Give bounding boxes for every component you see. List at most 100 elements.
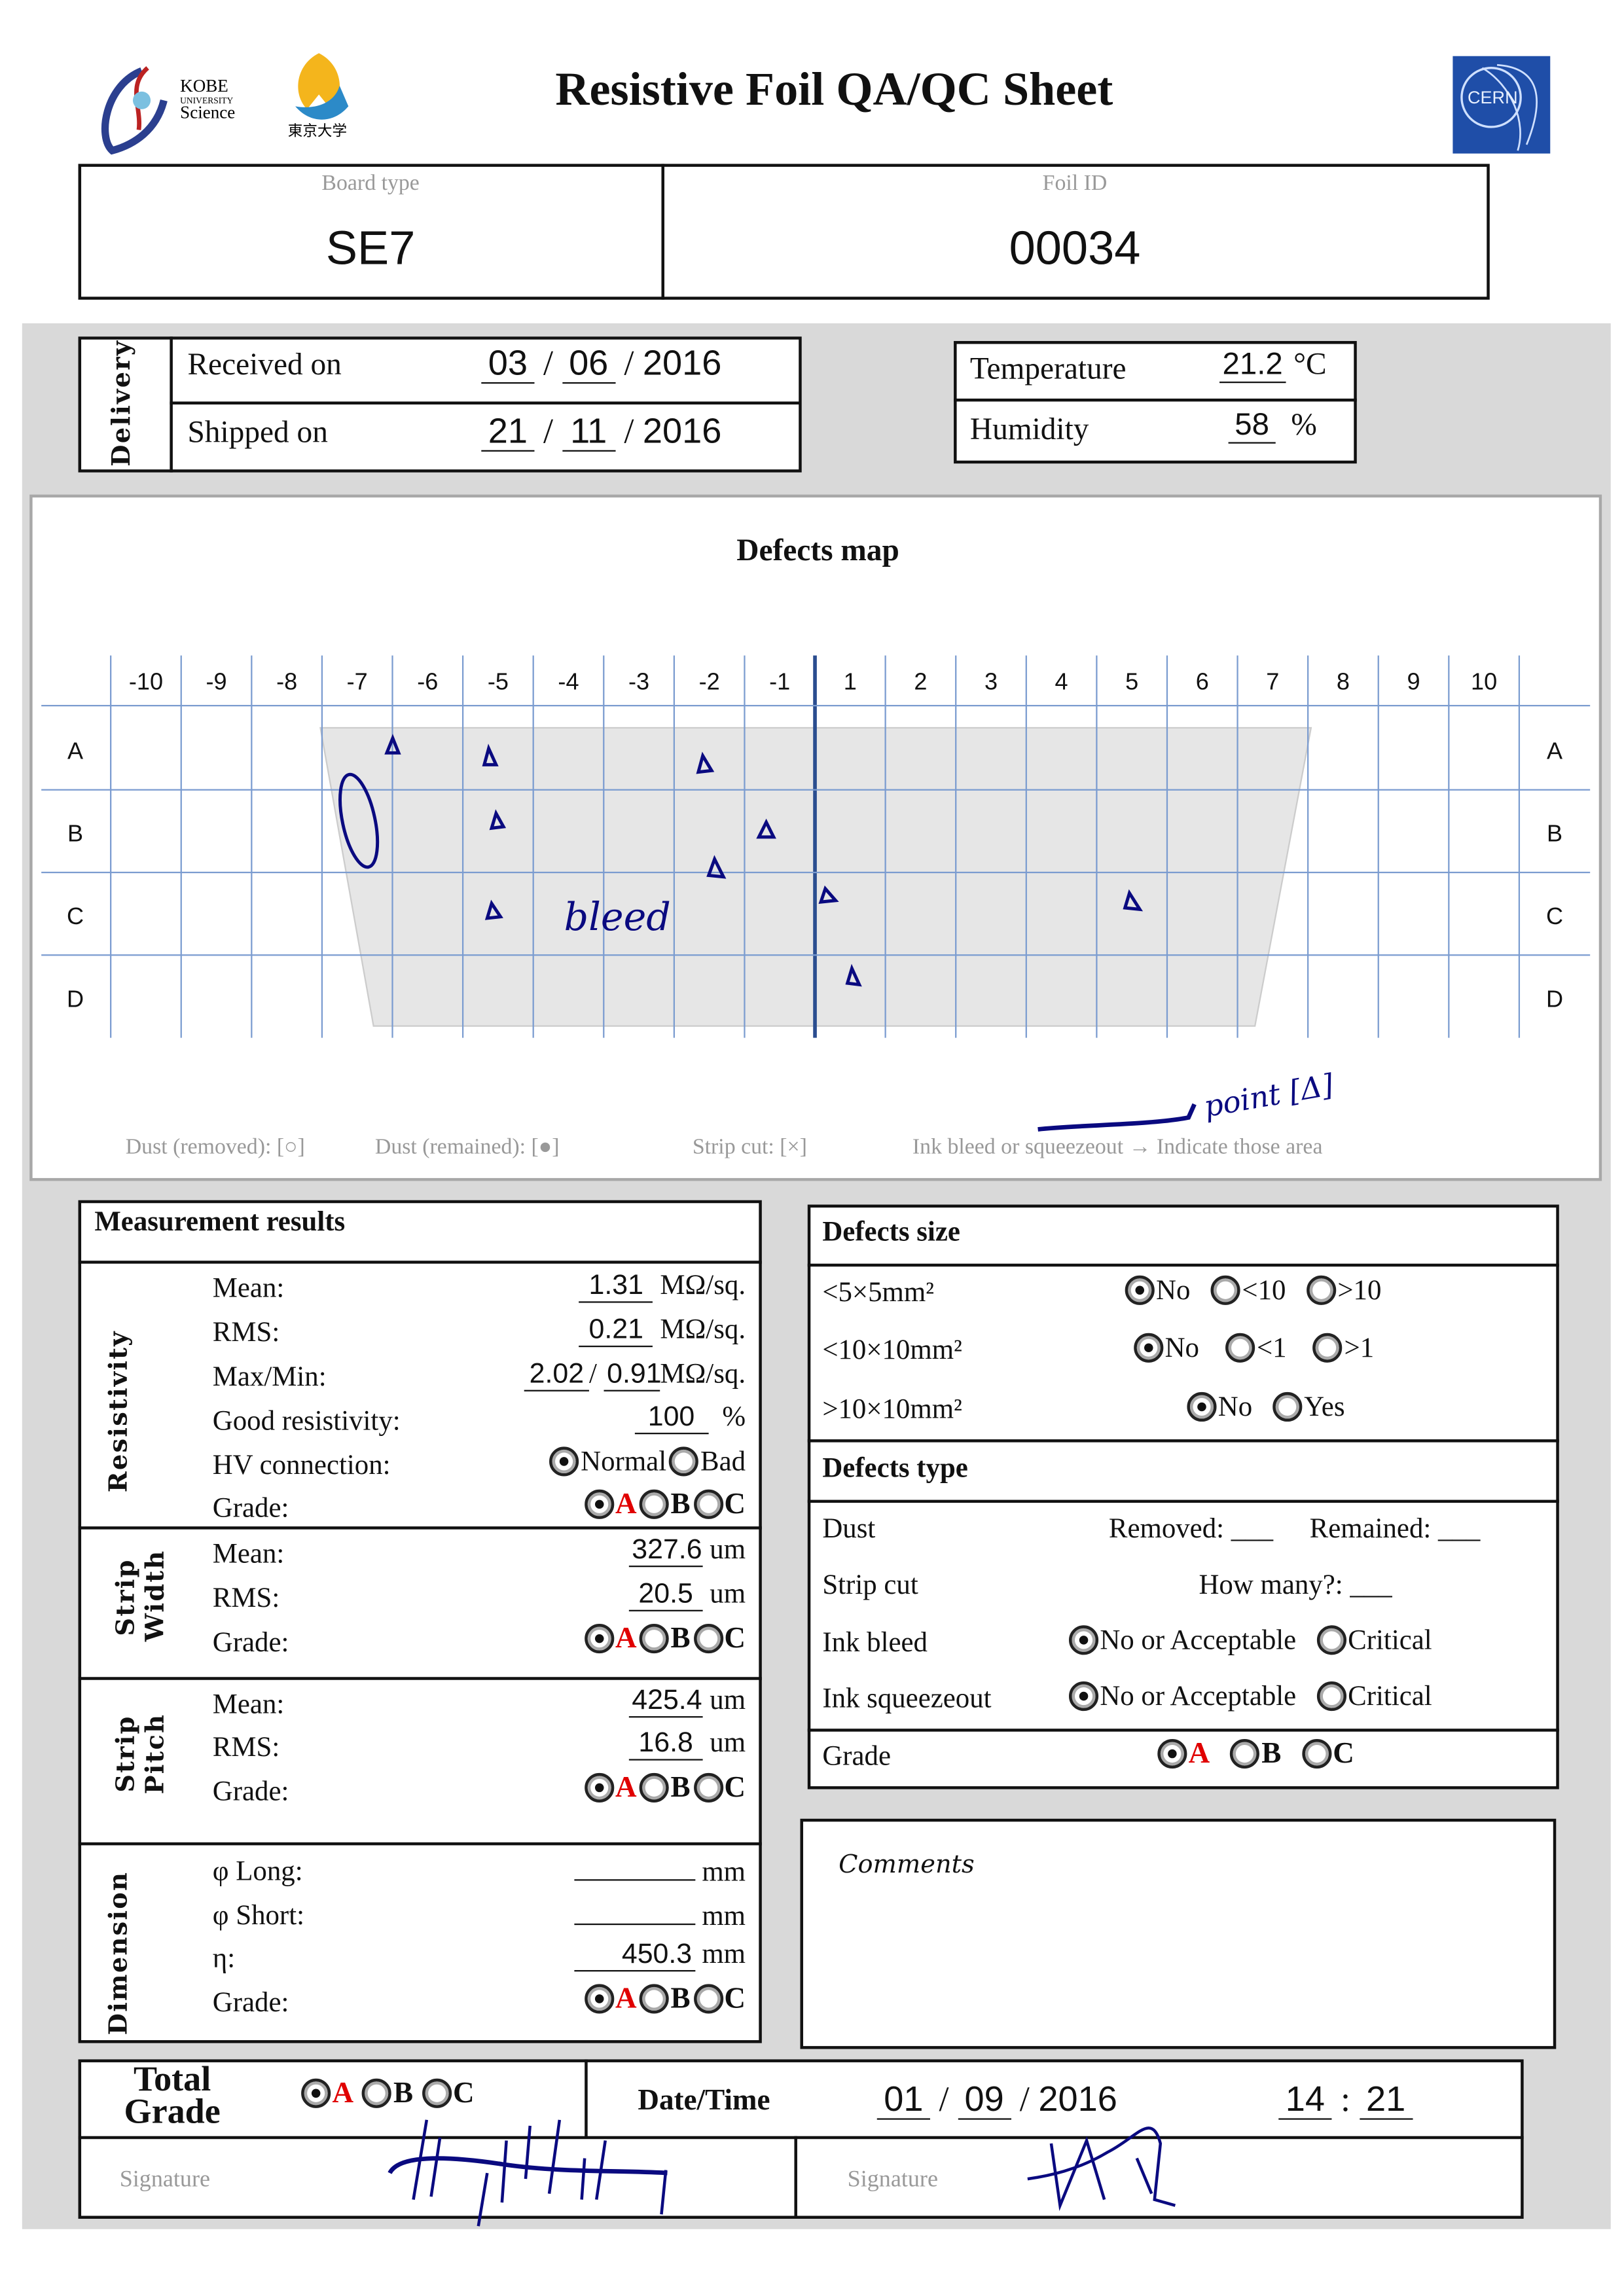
final-date[interactable]: 01 / 09 / 2016 [876,2080,1117,2121]
radio-empty-icon[interactable] [1211,1275,1241,1305]
radio-empty-icon[interactable] [640,1624,670,1654]
radio-option[interactable]: C [422,2078,475,2108]
radio-empty-icon[interactable] [1230,1738,1260,1769]
radio-selected-icon[interactable] [1125,1275,1155,1305]
radio-option[interactable]: A [584,1984,637,2014]
radio-empty-icon[interactable] [1301,1738,1332,1769]
final-day[interactable]: 01 [876,2081,930,2121]
final-time[interactable]: 14 : 21 [1278,2081,1413,2121]
radio-selected-icon[interactable] [584,1984,614,2014]
grid-column-label: 9 [1407,670,1420,696]
dim-short-value[interactable] [573,1895,695,1926]
radio-empty-icon[interactable] [422,2078,452,2108]
radio-empty-icon[interactable] [640,1772,670,1803]
radio-label: Normal [581,1446,667,1477]
res-mean-label: Mean: [212,1273,285,1304]
radio-option[interactable]: Critical [1316,1625,1432,1655]
radio-empty-icon[interactable] [693,1984,723,2014]
radio-option[interactable]: C [693,1772,746,1803]
radio-option[interactable]: A [584,1489,637,1519]
radio-empty-icon[interactable] [1316,1681,1346,1712]
radio-selected-icon[interactable] [584,1772,614,1803]
res-min-value[interactable]: 0.91 [604,1360,662,1391]
radio-selected-icon[interactable] [549,1446,579,1477]
radio-option[interactable]: <10 [1211,1275,1286,1305]
radio-option[interactable]: B [362,2078,413,2108]
radio-empty-icon[interactable] [669,1446,699,1477]
radio-empty-icon[interactable] [1316,1625,1346,1655]
dust-remained-field[interactable]: Remained: ___ [1310,1515,1481,1543]
radio-selected-icon[interactable] [1157,1738,1187,1769]
radio-option[interactable]: No [1187,1391,1252,1422]
radio-selected-icon[interactable] [584,1624,614,1654]
radio-selected-icon[interactable] [584,1489,614,1519]
final-year[interactable]: 2016 [1038,2080,1117,2120]
sw-mean-value[interactable]: 327.6 [628,1535,703,1568]
dust-removed-field[interactable]: Removed: ___ [1109,1515,1273,1543]
sp-grade-label: Grade: [212,1776,289,1808]
radio-option[interactable]: A [584,1624,637,1654]
radio-option[interactable]: B [1230,1738,1281,1769]
radio-option[interactable]: No [1125,1275,1190,1305]
grid-row-label: D [66,987,84,1013]
radio-option[interactable]: A [584,1772,637,1803]
radio-empty-icon[interactable] [693,1624,723,1654]
radio-option[interactable]: B [640,1984,691,2014]
res-mean-value[interactable]: 1.31 [579,1271,653,1303]
radio-empty-icon[interactable] [1307,1275,1337,1305]
radio-selected-icon[interactable] [301,2078,331,2108]
radio-option[interactable]: B [640,1489,691,1519]
radio-option[interactable]: C [693,1489,746,1519]
radio-selected-icon[interactable] [1134,1333,1164,1363]
res-good-value[interactable]: 100 [634,1403,708,1435]
strip-cut-count-field[interactable]: How many?: ___ [1199,1571,1392,1600]
radio-empty-icon[interactable] [1313,1333,1343,1363]
radio-empty-icon[interactable] [693,1489,723,1519]
radio-option[interactable]: >1 [1313,1333,1374,1363]
radio-option[interactable]: No [1134,1333,1199,1363]
radio-option[interactable]: B [640,1772,691,1803]
radio-option[interactable]: C [1301,1738,1354,1769]
radio-option[interactable]: >10 [1307,1275,1381,1305]
radio-option[interactable]: A [301,2077,354,2110]
sw-mean-label: Mean: [212,1539,285,1570]
radio-option[interactable]: Bad [669,1446,746,1477]
radio-option[interactable]: Critical [1316,1681,1432,1712]
sp-mean-value[interactable]: 425.4 [628,1686,703,1718]
sp-rms-value[interactable]: 16.8 [628,1729,703,1761]
res-max-value[interactable]: 2.02 [524,1360,590,1391]
radio-selected-icon[interactable] [1187,1391,1217,1422]
radio-selected-icon[interactable] [1068,1681,1099,1712]
radio-selected-icon[interactable] [1068,1625,1099,1655]
final-hour[interactable]: 14 [1278,2081,1332,2121]
defects-map-grid[interactable] [0,0,1624,1181]
sw-rms-value[interactable]: 20.5 [628,1580,703,1611]
radio-empty-icon[interactable] [640,1984,670,2014]
radio-option[interactable]: B [640,1624,691,1654]
radio-option[interactable]: <1 [1225,1332,1287,1363]
radio-empty-icon[interactable] [1272,1391,1303,1422]
radio-option[interactable]: No or Acceptable [1068,1625,1296,1655]
radio-empty-icon[interactable] [362,2078,392,2108]
dim-eta-value[interactable]: 450.3 [573,1940,695,1972]
radio-empty-icon[interactable] [693,1772,723,1803]
radio-option[interactable]: No or Acceptable [1068,1681,1296,1712]
radio-option[interactable]: Normal [549,1446,667,1477]
radio-option[interactable]: C [693,1984,746,2014]
final-minute[interactable]: 21 [1359,2081,1413,2121]
dim-long-value[interactable] [573,1851,695,1881]
radio-option[interactable]: C [693,1624,746,1654]
res-rms-value[interactable]: 0.21 [579,1316,653,1348]
signature-label-1: Signature [119,2167,211,2193]
final-month[interactable]: 09 [958,2081,1011,2121]
radio-label: <1 [1256,1332,1287,1363]
radio-option[interactable]: Yes [1272,1391,1345,1422]
radio-option[interactable]: A [1157,1738,1210,1769]
grid-column-label: -8 [276,670,298,696]
radio-empty-icon[interactable] [1225,1333,1255,1363]
res-rms-label: RMS: [212,1318,280,1349]
radio-label: A [332,2077,354,2110]
size-10x10-radio-group: No <1 >1 [1134,1333,1374,1369]
radio-empty-icon[interactable] [640,1489,670,1519]
defects-size-title: Defects size [822,1217,960,1249]
